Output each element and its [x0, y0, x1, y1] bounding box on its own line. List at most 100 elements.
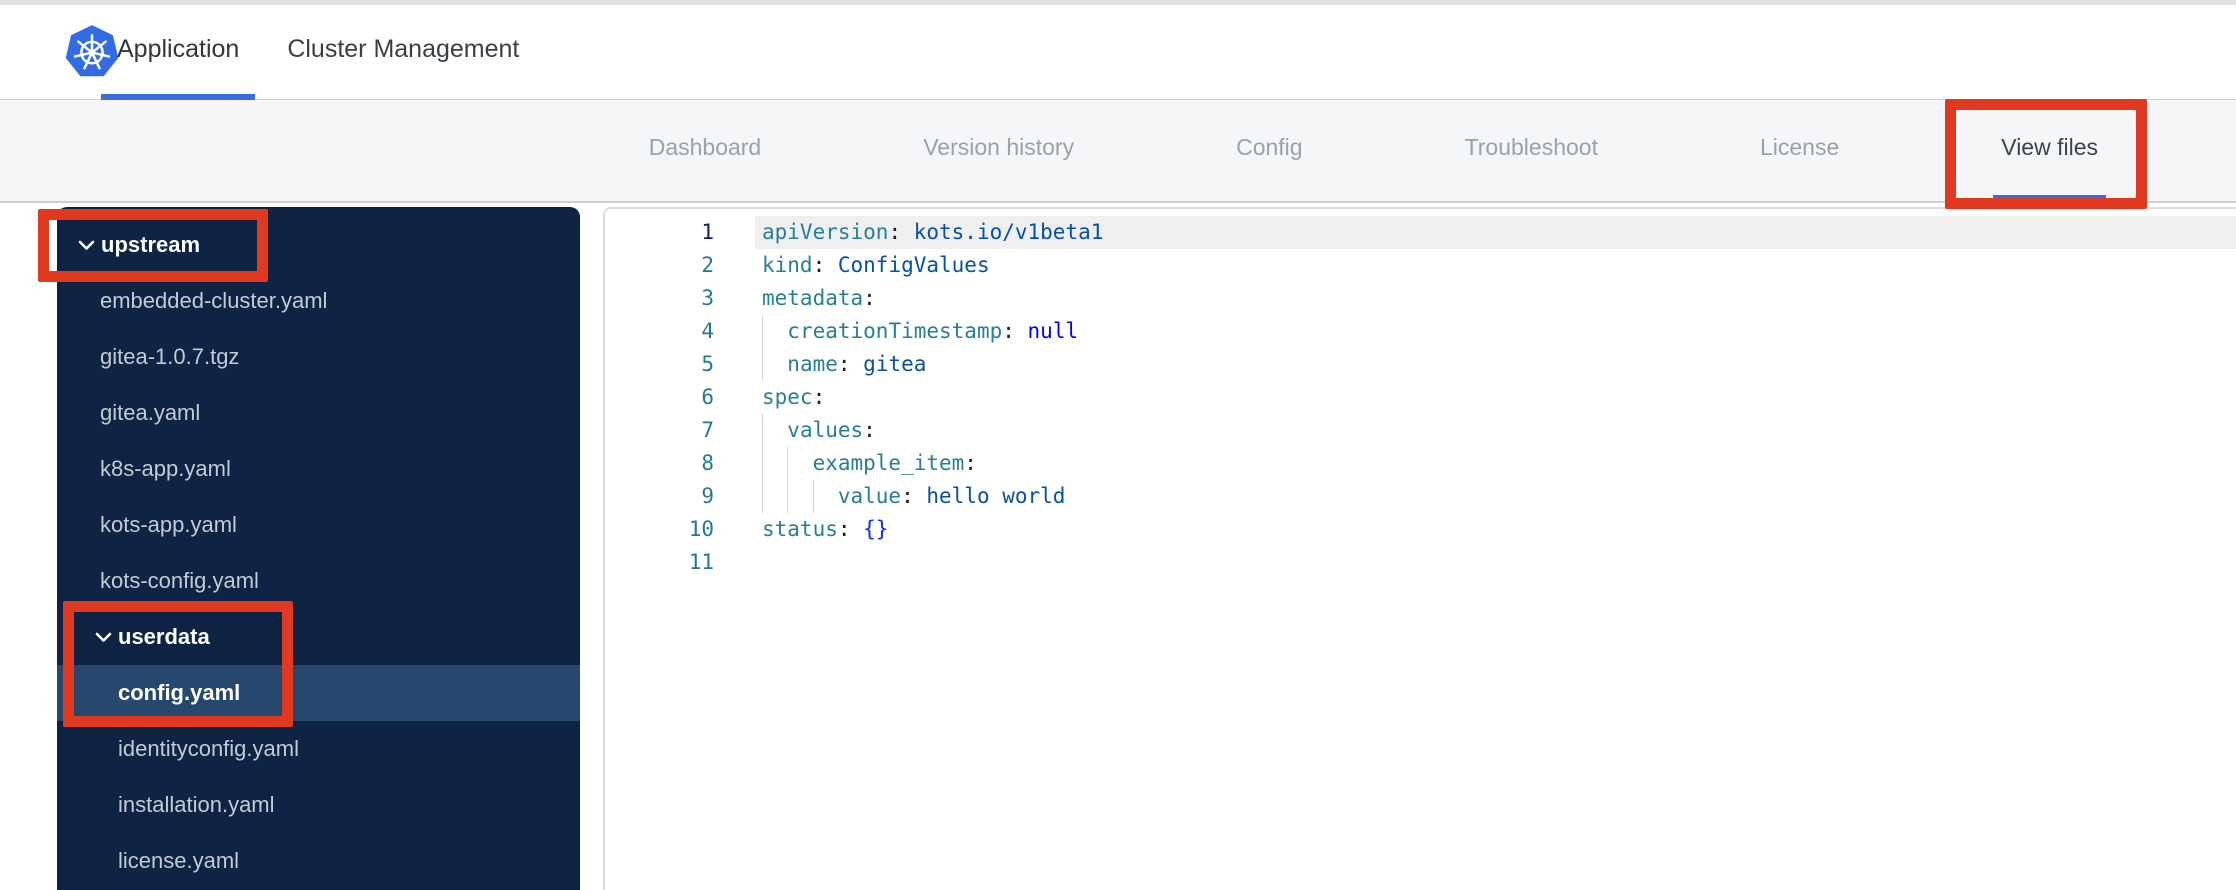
- line-content: example_item:: [714, 447, 2236, 480]
- app-subnav: Dashboard Version history Config Troublesho…: [0, 100, 2236, 203]
- subnav-tab-version-history[interactable]: Version history: [915, 100, 1082, 201]
- tree-item-label: identityconfig.yaml: [118, 736, 299, 761]
- token-keyword: null: [1014, 319, 1079, 343]
- code-line-5: 5 name: gitea: [605, 348, 2236, 381]
- tree-folder-upstream[interactable]: upstream: [57, 217, 580, 273]
- kots-admin-console: Application Cluster Management Dashboard V…: [0, 0, 2236, 890]
- code-line-9: 9 value: hello world: [605, 480, 2236, 513]
- line-number: 1: [701, 220, 714, 244]
- file-tree-sidebar: upstream embedded-cluster.yaml gitea-1.0.7…: [57, 207, 580, 890]
- token-string: hello world: [913, 484, 1066, 508]
- line-number: 9: [701, 484, 714, 508]
- tree-item-label: gitea-1.0.7.tgz: [100, 344, 240, 369]
- app-tab-application[interactable]: Application: [101, 5, 256, 100]
- code-line-2: 2 kind: ConfigValues: [605, 249, 2236, 282]
- line-content: value: hello world: [714, 480, 2236, 513]
- subnav-tab-label: Dashboard: [648, 134, 762, 160]
- line-number: 5: [701, 352, 714, 376]
- line-number: 2: [701, 253, 714, 277]
- subnav-tab-view-files[interactable]: View files: [1993, 100, 2106, 201]
- tree-item-label: upstream: [101, 232, 201, 257]
- subnav-tab-label: Version history: [923, 134, 1075, 160]
- line-content: spec:: [714, 381, 2236, 414]
- token-punct: :: [964, 451, 977, 475]
- subnav-tab-config[interactable]: Config: [1228, 100, 1310, 201]
- tree-item-label: gitea.yaml: [100, 400, 201, 425]
- indent-guide: [812, 480, 814, 513]
- tree-file-gitea-yaml[interactable]: gitea.yaml: [57, 385, 580, 441]
- token-bracket: {}: [850, 517, 889, 541]
- line-content: kind: ConfigValues: [714, 249, 2236, 282]
- tree-file-identityconfig-yaml[interactable]: identityconfig.yaml: [57, 721, 580, 777]
- tree-file-embedded-cluster-yaml[interactable]: embedded-cluster.yaml: [57, 273, 580, 329]
- token-punct: :: [1002, 319, 1015, 343]
- indent-guide: [762, 480, 763, 513]
- tree-file-kots-config-yaml[interactable]: kots-config.yaml: [57, 553, 580, 609]
- app-tab-label: Cluster Management: [287, 35, 520, 63]
- line-number: 10: [688, 517, 714, 541]
- token-punct: :: [837, 517, 851, 541]
- token-key: apiVersion: [762, 220, 889, 244]
- code-line-4: 4 creationTimestamp: null: [605, 315, 2236, 348]
- code-line-7: 7 values:: [605, 414, 2236, 447]
- indent-guide: [762, 414, 763, 447]
- tree-item-label: kots-config.yaml: [100, 568, 259, 593]
- token-punct: :: [901, 484, 914, 508]
- indent-guide: [762, 315, 763, 348]
- tree-item-label: license.yaml: [118, 848, 240, 873]
- app-header-tabs: Application Cluster Management: [101, 5, 535, 100]
- subnav-tab-label: Config: [1236, 134, 1303, 160]
- tree-item-label: config.yaml: [118, 680, 241, 705]
- token-string: gitea: [850, 352, 927, 376]
- token-punct: :: [888, 220, 902, 244]
- subnav-tab-license[interactable]: License: [1752, 100, 1847, 201]
- line-number: 7: [701, 418, 714, 442]
- app-header: Application Cluster Management: [0, 5, 2236, 100]
- line-content: creationTimestamp: null: [714, 315, 2236, 348]
- token-punct: :: [863, 418, 876, 442]
- tree-file-config-yaml[interactable]: config.yaml: [57, 665, 580, 721]
- code-line-10: 10 status: {}: [605, 513, 2236, 546]
- token-key: name: [787, 352, 838, 376]
- indent-guide: [762, 348, 763, 381]
- tree-item-label: embedded-cluster.yaml: [100, 288, 328, 313]
- line-content: values:: [714, 414, 2236, 447]
- code-area[interactable]: 1 apiVersion: kots.io/v1beta1 2 kind: Confi…: [605, 216, 2236, 579]
- subnav-tab-label: View files: [2001, 134, 2098, 160]
- token-key: kind: [762, 253, 813, 277]
- tree-file-license-yaml[interactable]: license.yaml: [57, 833, 580, 889]
- token-punct: :: [837, 352, 851, 376]
- token-key: values: [787, 418, 864, 442]
- code-line-1: 1 apiVersion: kots.io/v1beta1: [605, 216, 2236, 249]
- tree-folder-userdata[interactable]: userdata: [57, 609, 580, 665]
- token-string: kots.io/v1beta1: [901, 220, 1104, 244]
- token-string: ConfigValues: [825, 253, 990, 277]
- line-number: 4: [701, 319, 714, 343]
- token-key: metadata: [762, 286, 864, 310]
- token-key: spec: [762, 385, 813, 409]
- indent-guide: [787, 480, 789, 513]
- tree-file-installation-yaml[interactable]: installation.yaml: [57, 777, 580, 833]
- token-key: status: [762, 517, 838, 541]
- subnav-tab-troubleshoot[interactable]: Troubleshoot: [1457, 100, 1606, 201]
- app-tab-label: Application: [117, 35, 240, 63]
- tree-item-label: installation.yaml: [118, 792, 275, 817]
- app-tab-cluster-management[interactable]: Cluster Management: [271, 5, 535, 100]
- line-number: 3: [701, 286, 714, 310]
- token-key: value: [837, 484, 902, 508]
- line-content: status: {}: [714, 513, 2236, 546]
- token-key: example_item: [812, 451, 965, 475]
- code-line-3: 3 metadata:: [605, 282, 2236, 315]
- token-punct: :: [812, 385, 826, 409]
- line-number: 8: [701, 451, 714, 475]
- tree-file-kots-app-yaml[interactable]: kots-app.yaml: [57, 497, 580, 553]
- subnav-tab-dashboard[interactable]: Dashboard: [641, 100, 770, 201]
- tree-item-label: kots-app.yaml: [100, 512, 237, 537]
- file-editor-panel: 1 apiVersion: kots.io/v1beta1 2 kind: Confi…: [603, 207, 2236, 890]
- line-content: [714, 546, 2236, 579]
- token-punct: :: [812, 253, 826, 277]
- tree-file-k8s-app-yaml[interactable]: k8s-app.yaml: [57, 441, 580, 497]
- tree-item-label: k8s-app.yaml: [100, 456, 231, 481]
- chevron-down-icon: [95, 632, 112, 642]
- tree-file-gitea-1-0-7-tgz[interactable]: gitea-1.0.7.tgz: [57, 329, 580, 385]
